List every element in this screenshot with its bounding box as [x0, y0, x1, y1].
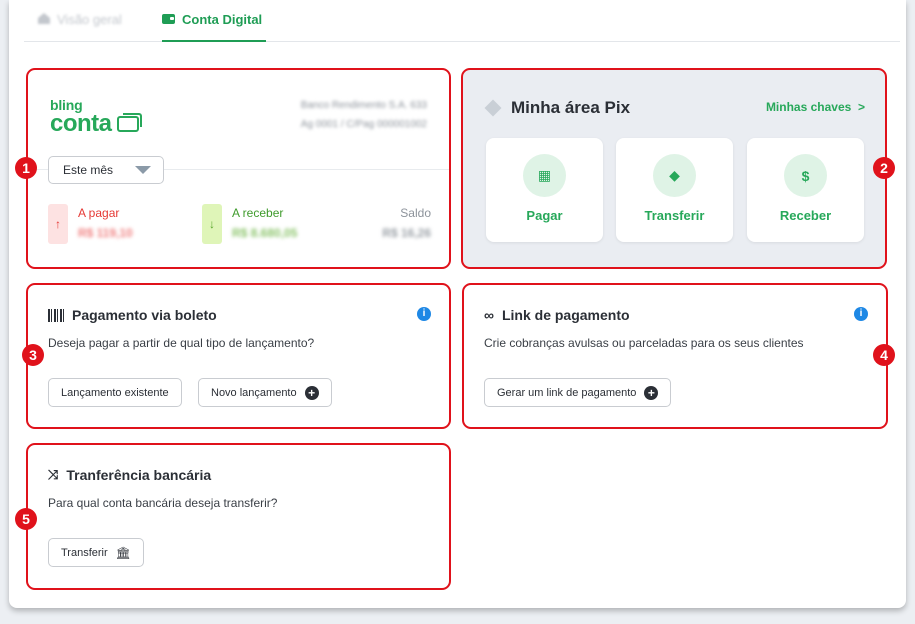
balance-label: Saldo — [400, 206, 431, 220]
generate-payment-link-button[interactable]: Gerar um link de pagamento + — [484, 378, 672, 407]
tab-overview-label: Visão geral — [57, 12, 122, 27]
pix-transfer-button[interactable]: ◆ Transferir — [616, 138, 733, 242]
transfer-button[interactable]: Transferir 🏛 — [48, 538, 144, 567]
plus-circle-icon: + — [304, 385, 319, 400]
my-keys-label: Minhas chaves — [765, 100, 852, 114]
pix-pay-button[interactable]: ▦ Pagar — [486, 138, 603, 242]
tab-conta-digital[interactable]: Conta Digital — [162, 12, 267, 42]
to-pay-label: A pagar — [78, 206, 120, 220]
generate-payment-link-label: Gerar um link de pagamento — [497, 386, 637, 399]
my-keys-link[interactable]: Minhas chaves > — [766, 100, 865, 114]
payment-link-card: ∞ Link de pagamento i Crie cobranças avu… — [462, 283, 888, 429]
marker-3: 3 — [22, 344, 44, 366]
boleto-title-text: Pagamento via boleto — [72, 307, 217, 323]
pix-icon — [484, 99, 502, 117]
chevron-right-icon: > — [854, 100, 865, 114]
tab-conta-digital-label: Conta Digital — [182, 12, 263, 27]
marker-2: 2 — [873, 157, 895, 179]
link-icon: ∞ — [484, 307, 494, 323]
payment-link-title-text: Link de pagamento — [501, 307, 630, 323]
balance-summary: Saldo R$ 16,26 — [361, 204, 431, 246]
pix-receive-label: Receber — [779, 208, 832, 223]
caret-down-icon — [135, 166, 152, 174]
new-entry-label: Novo lançamento — [211, 386, 297, 399]
to-receive-value: R$ 8.680,05 — [232, 226, 298, 240]
pix-transfer-label: Transferir — [644, 208, 705, 223]
pix-receive-button[interactable]: $ Receber — [747, 138, 864, 242]
existing-entry-button[interactable]: Lançamento existente — [48, 378, 182, 407]
to-receive-label: A receber — [232, 206, 284, 220]
arrow-up-icon: ↑ — [48, 204, 68, 244]
to-pay-summary: ↑ A pagar R$ 119,10 — [48, 204, 148, 246]
logo-text-conta: conta — [50, 110, 112, 137]
pix-title: Minha área Pix — [511, 98, 631, 117]
marker-4: 4 — [873, 344, 895, 366]
new-entry-button[interactable]: Novo lançamento + — [198, 378, 332, 407]
card-logo-icon — [116, 113, 142, 132]
boleto-card: Pagamento via boleto i Deseja pagar a pa… — [26, 283, 451, 429]
tab-bar: Visão geral Conta Digital — [24, 0, 900, 42]
to-receive-summary: ↓ A receber R$ 8.680,05 — [202, 204, 322, 246]
plus-circle-icon: + — [644, 385, 659, 400]
payment-link-title: ∞ Link de pagamento — [484, 307, 630, 323]
bank-transfer-title-text: Tranferência bancária — [66, 467, 212, 483]
pix-card: Minha área Pix Minhas chaves > ▦ Pagar ◆… — [461, 68, 887, 269]
existing-entry-label: Lançamento existente — [61, 386, 169, 399]
bank-details: Ag 0001 / C/Pag 000001002 — [300, 119, 427, 130]
marker-5: 5 — [15, 508, 37, 530]
to-pay-value: R$ 119,10 — [78, 226, 133, 240]
bank-icon: 🏛 — [115, 545, 131, 560]
tab-overview[interactable]: Visão geral — [38, 12, 122, 42]
balance-value: R$ 16,26 — [382, 226, 431, 240]
bank-transfer-card: ⤨ Tranferência bancária Para qual conta … — [26, 443, 451, 590]
home-icon — [38, 13, 50, 24]
bank-transfer-description: Para qual conta bancária deseja transfer… — [48, 496, 278, 510]
bank-transfer-title: ⤨ Tranferência bancária — [48, 467, 211, 483]
wallet-icon — [162, 14, 175, 24]
boleto-title: Pagamento via boleto — [48, 307, 217, 323]
qr-code-icon: ▦ — [523, 154, 566, 197]
marker-1: 1 — [15, 157, 37, 179]
period-select[interactable]: Este mês — [48, 156, 164, 184]
info-icon[interactable]: i — [417, 307, 431, 321]
receive-money-icon: $ — [784, 154, 827, 197]
bling-conta-logo: bling conta — [50, 98, 142, 137]
boleto-description: Deseja pagar a partir de qual tipo de la… — [48, 336, 315, 350]
account-summary-card: bling conta Banco Rendimento S.A. 633 Ag… — [26, 68, 451, 269]
info-icon[interactable]: i — [854, 307, 868, 321]
barcode-icon — [48, 308, 64, 322]
pix-diamond-icon: ◆ — [653, 154, 696, 197]
bank-name: Banco Rendimento S.A. 633 — [300, 100, 427, 111]
arrow-down-icon: ↓ — [202, 204, 222, 244]
payment-link-description: Crie cobranças avulsas ou parceladas par… — [484, 336, 804, 350]
pix-pay-label: Pagar — [526, 208, 563, 223]
shuffle-icon: ⤨ — [48, 467, 59, 482]
bank-info: Banco Rendimento S.A. 633 Ag 0001 / C/Pa… — [301, 96, 427, 134]
period-select-value: Este mês — [63, 163, 114, 177]
transfer-label: Transferir — [61, 546, 108, 559]
